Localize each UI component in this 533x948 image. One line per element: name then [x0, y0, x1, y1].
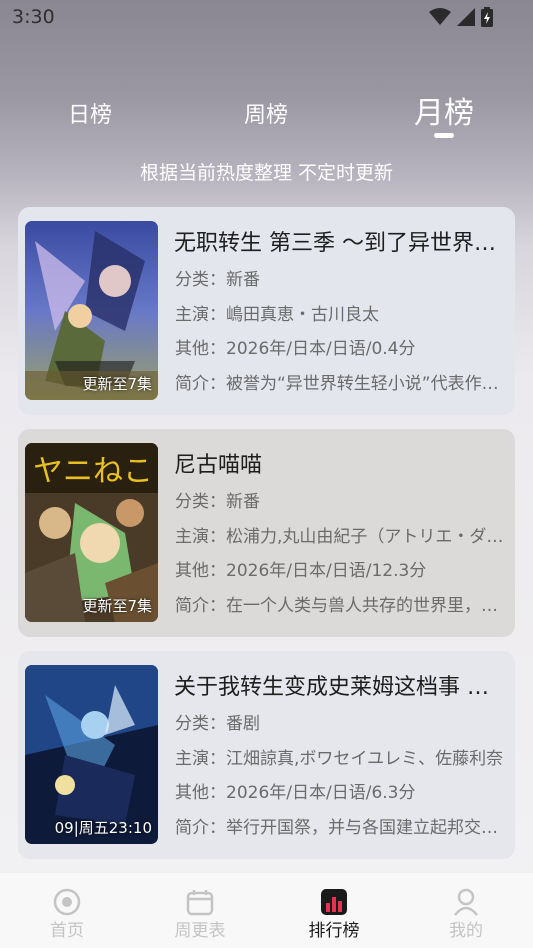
card-other: 其他：2026年/日本/日语/6.3分 [175, 783, 416, 803]
signal-icon [457, 8, 475, 26]
card-category: 分类：新番 [175, 492, 260, 512]
nav-ranking-label: 排行榜 [308, 921, 360, 941]
home-icon [53, 888, 81, 916]
ranking-subtitle: 根据当前热度整理 不定时更新 [139, 162, 394, 184]
card-title: 无职转生 第三季 ～到了异世界就拿出真本事～ [174, 231, 504, 256]
status-bar: 3:30 [0, 0, 533, 36]
card-cast: 主演：松浦力,丸山由紀子（アトリエ・ダンデライオン） [175, 527, 505, 547]
nav-ranking[interactable]: 排行榜 [279, 873, 389, 948]
tab-active-indicator [434, 133, 454, 138]
poster-image[interactable]: 09|周五23:10 [25, 665, 158, 844]
nav-profile-label: 我的 [449, 921, 483, 941]
nav-home-label: 首页 [50, 921, 84, 941]
ranking-card[interactable]: ヤニねこ 更新至7集 尼古喵喵 分类：新番 主演：松浦力,丸山由紀子（アトリエ・… [18, 429, 515, 637]
card-intro: 简介：在一个人类与兽人共存的世界里，少年与猫耳少女 [175, 596, 505, 616]
ranking-card[interactable]: 更新至7集 无职转生 第三季 ～到了异世界就拿出真本事～ 分类：新番 主演：嶋田… [18, 207, 515, 415]
bottom-nav: 首页 周更表 排行榜 我的 [0, 873, 533, 948]
nav-schedule[interactable]: 周更表 [145, 873, 255, 948]
ranking-tabs: 日榜 周榜 月榜 [0, 88, 533, 148]
card-intro: 简介：被誉为“异世界转生轻小说”代表作品的无职转生 [175, 374, 505, 394]
ranking-icon [321, 889, 347, 915]
card-category: 分类：番剧 [175, 714, 260, 734]
profile-icon [454, 888, 478, 916]
poster-image[interactable]: 更新至7集 [25, 221, 158, 400]
tab-daily[interactable]: 日榜 [60, 97, 120, 129]
episode-badge: 更新至7集 [82, 597, 152, 615]
episode-badge: 更新至7集 [82, 375, 152, 393]
tab-monthly[interactable]: 月榜 [408, 88, 480, 132]
card-other: 其他：2026年/日本/日语/12.3分 [175, 561, 427, 581]
card-cast: 主演：江畑諒真,ボワセイユレミ、佐藤利奈 [175, 749, 504, 769]
card-intro: 简介：举行开国祭，并与各国建立起邦交关系的魔国联邦 [175, 818, 505, 838]
svg-text:ヤニねこ: ヤニねこ [33, 454, 153, 489]
card-title: 关于我转生变成史莱姆这档事 第四季 [174, 675, 504, 700]
nav-profile[interactable]: 我的 [411, 873, 521, 948]
card-other: 其他：2026年/日本/日语/0.4分 [175, 339, 416, 359]
ranking-card[interactable]: 09|周五23:10 关于我转生变成史莱姆这档事 第四季 分类：番剧 主演：江畑… [18, 651, 515, 859]
card-cast: 主演：嶋田真恵・古川良太 [175, 305, 379, 325]
card-category: 分类：新番 [175, 270, 260, 290]
poster-image[interactable]: ヤニねこ 更新至7集 [25, 443, 158, 622]
wifi-icon [429, 8, 451, 25]
calendar-icon [186, 890, 214, 916]
tab-weekly[interactable]: 周榜 [236, 97, 296, 129]
status-time: 3:30 [12, 6, 55, 28]
status-icons [429, 7, 493, 27]
episode-badge: 09|周五23:10 [54, 819, 152, 837]
battery-icon [481, 7, 493, 27]
card-title: 尼古喵喵 [174, 453, 263, 478]
nav-schedule-label: 周更表 [174, 921, 226, 941]
nav-home[interactable]: 首页 [12, 873, 122, 948]
